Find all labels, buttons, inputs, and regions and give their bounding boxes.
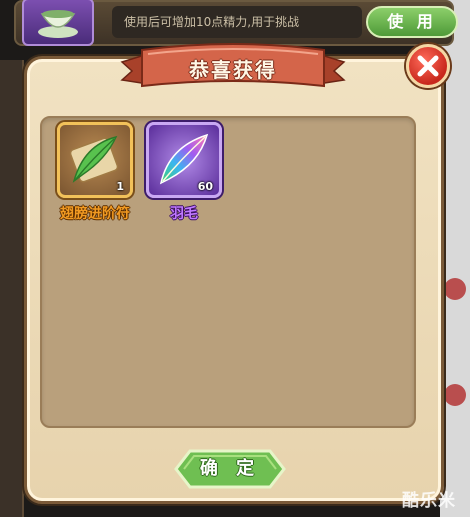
- item-description: 使用后可增加10点精力,用于挑战: [112, 6, 362, 38]
- reward-count: 1: [116, 180, 124, 193]
- background-red-dot: [444, 384, 466, 406]
- reward-name: 羽毛: [170, 206, 198, 222]
- use-button[interactable]: 使 用: [366, 6, 458, 38]
- close-button[interactable]: [406, 44, 450, 88]
- reward-item-wing-advance[interactable]: 1: [57, 122, 133, 198]
- tea-cup-icon: [22, 0, 94, 46]
- confirm-button[interactable]: 确 定: [172, 448, 288, 490]
- title-banner: 恭喜获得: [118, 40, 348, 102]
- reward-count: 60: [197, 180, 213, 193]
- background-red-dot: [444, 278, 466, 300]
- watermark-logo: 酷乐米: [402, 491, 456, 511]
- reward-item-feather[interactable]: 60: [146, 122, 222, 198]
- dialog-title: 恭喜获得: [189, 58, 277, 82]
- tea-cup-icon-graphic: [38, 10, 78, 38]
- close-icon: [417, 55, 439, 77]
- reward-name: 翅膀进阶符: [60, 206, 130, 222]
- confirm-label: 确 定: [199, 458, 261, 479]
- background-left-strip: [0, 60, 24, 517]
